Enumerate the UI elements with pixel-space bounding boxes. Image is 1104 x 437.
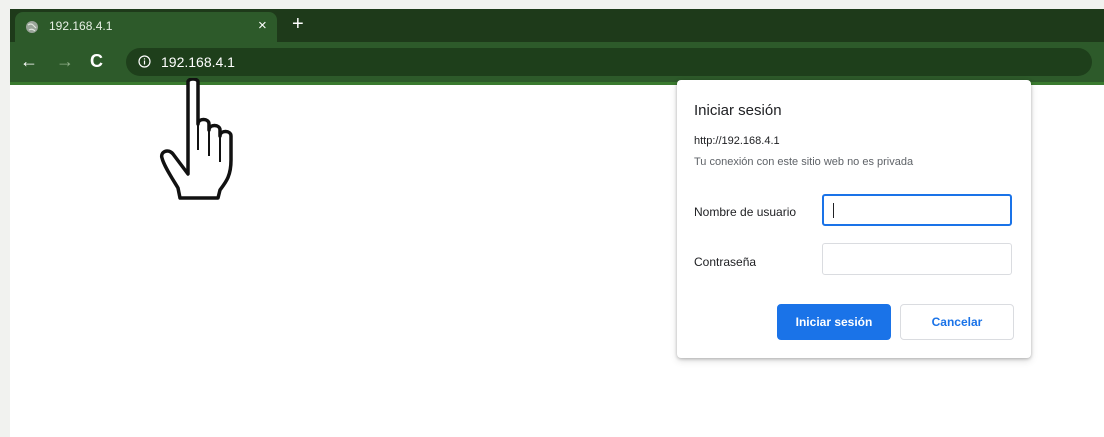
- tab-close-icon[interactable]: ×: [258, 17, 267, 34]
- password-label: Contraseña: [694, 255, 757, 269]
- text-caret: [833, 203, 834, 218]
- browser-window: 192.168.4.1 × + ← → C 192.168.4.1 Inicia…: [10, 9, 1104, 437]
- info-icon[interactable]: [138, 55, 151, 68]
- address-bar[interactable]: 192.168.4.1: [126, 48, 1092, 76]
- dialog-privacy-warning: Tu conexión con este sitio web no es pri…: [694, 156, 914, 168]
- address-bar-url[interactable]: 192.168.4.1: [161, 54, 235, 70]
- dialog-origin: http://192.168.4.1: [694, 135, 780, 147]
- globe-icon: [26, 21, 38, 33]
- tab-active[interactable]: 192.168.4.1 ×: [15, 12, 277, 42]
- username-label: Nombre de usuario: [694, 205, 797, 219]
- reload-button[interactable]: C: [90, 50, 103, 72]
- cancel-button[interactable]: Cancelar: [900, 304, 1014, 340]
- sign-in-dialog: Iniciar sesión http://192.168.4.1 Tu con…: [677, 80, 1031, 358]
- password-input[interactable]: [822, 243, 1012, 275]
- tab-strip: 192.168.4.1 × +: [10, 9, 1104, 42]
- username-input[interactable]: [822, 194, 1012, 226]
- dialog-title: Iniciar sesión: [694, 102, 782, 119]
- tab-title: 192.168.4.1: [49, 19, 113, 33]
- back-button[interactable]: ←: [20, 50, 38, 72]
- forward-button[interactable]: →: [56, 50, 74, 72]
- pointing-hand-cursor-icon: [159, 78, 233, 200]
- new-tab-button[interactable]: +: [292, 13, 304, 35]
- sign-in-button[interactable]: Iniciar sesión: [777, 304, 891, 340]
